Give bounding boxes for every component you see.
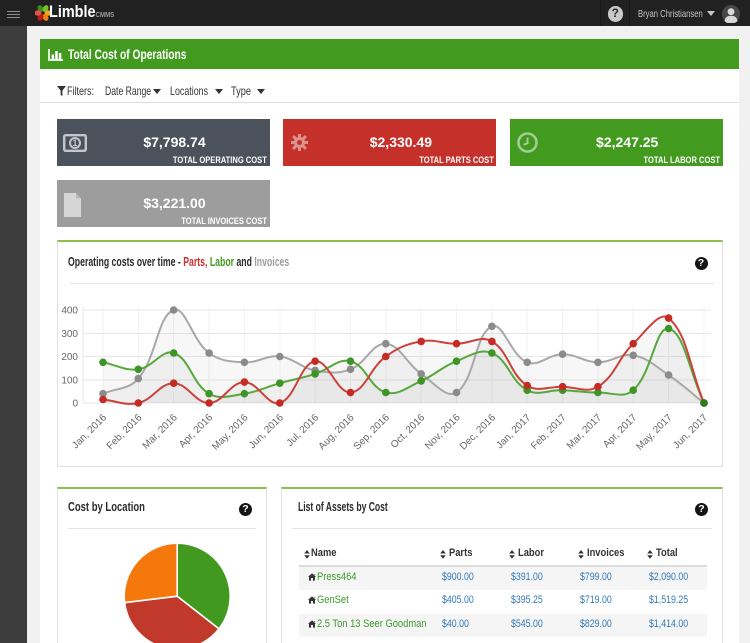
svg-text:Jan, 2016: Jan, 2016 (70, 412, 109, 451)
svg-text:Jun, 2017: Jun, 2017 (671, 412, 710, 451)
svg-text:Jan, 2017: Jan, 2017 (494, 412, 533, 451)
svg-text:Dec, 2016: Dec, 2016 (458, 412, 498, 452)
svg-text:May, 2016: May, 2016 (210, 412, 251, 453)
svg-text:Feb, 2016: Feb, 2016 (105, 412, 145, 452)
svg-text:Jun, 2016: Jun, 2016 (247, 412, 286, 451)
svg-text:Nov, 2016: Nov, 2016 (423, 412, 463, 452)
svg-text:Sep, 2016: Sep, 2016 (352, 412, 392, 452)
svg-text:Mar, 2016: Mar, 2016 (141, 412, 181, 452)
svg-text:100: 100 (61, 375, 78, 386)
svg-text:Aug, 2016: Aug, 2016 (317, 412, 357, 452)
svg-text:Oct, 2016: Oct, 2016 (389, 412, 428, 451)
svg-text:Feb, 2017: Feb, 2017 (529, 412, 569, 452)
svg-text:May, 2017: May, 2017 (634, 412, 675, 453)
svg-text:1: 1 (72, 138, 77, 148)
svg-text:Mar, 2017: Mar, 2017 (565, 412, 605, 452)
svg-text:300: 300 (61, 329, 78, 340)
svg-text:400: 400 (61, 306, 78, 317)
svg-text:200: 200 (61, 352, 78, 363)
svg-text:0: 0 (72, 399, 78, 410)
svg-text:Jul, 2016: Jul, 2016 (285, 412, 322, 449)
